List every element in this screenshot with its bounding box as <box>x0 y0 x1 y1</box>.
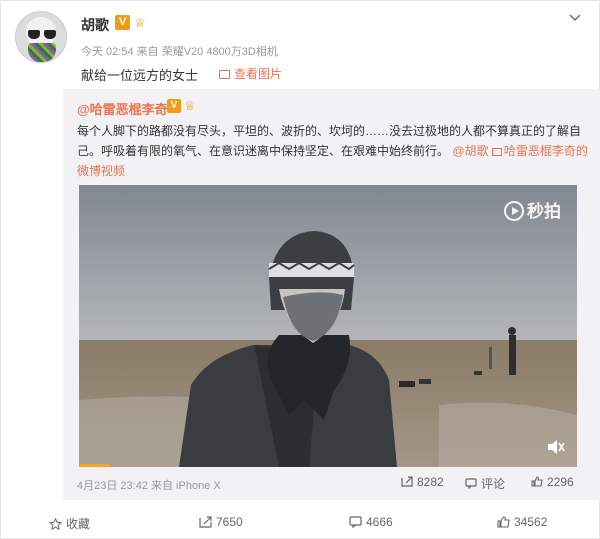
repost-verified-badge: V <box>167 99 181 113</box>
video-link-icon <box>491 148 502 156</box>
repost-author-link[interactable]: @哈雷恶棍李奇 <box>77 99 168 118</box>
post-meta: 今天 02:54 来自 荣耀V20 4800万3D相机 <box>81 46 278 58</box>
favorite-button[interactable]: 收藏 <box>48 515 91 532</box>
repost-likes-button[interactable]: 2296 <box>531 475 574 489</box>
comment-icon <box>465 478 477 489</box>
repost-likes-count: 2296 <box>547 475 574 489</box>
like-count: 34562 <box>514 515 548 529</box>
sunglasses-graphic <box>28 30 56 39</box>
like-icon <box>497 516 510 528</box>
mute-icon[interactable] <box>547 439 565 455</box>
reposted-content: @哈雷恶棍李奇 V ♕ 每个人脚下的路都没有尽头，平坦的、波折的、坎坷的……没去… <box>63 89 600 500</box>
repost-fan-badge-icon: ♕ <box>184 98 196 113</box>
author-name[interactable]: 胡歌 <box>81 15 109 35</box>
verified-badge: V <box>115 15 130 30</box>
image-icon <box>219 70 230 79</box>
repost-reposts-count: 8282 <box>417 475 444 489</box>
weibo-post: 胡歌 V ♕ 今天 02:54 来自 荣耀V20 4800万3D相机 献给一位远… <box>0 0 600 539</box>
repost-icon <box>401 476 413 487</box>
view-images-label: 查看图片 <box>234 67 283 81</box>
repost-comments-label: 评论 <box>481 477 506 491</box>
repost-count: 7650 <box>216 515 243 529</box>
like-button[interactable]: 34562 <box>497 515 547 529</box>
view-images-link[interactable]: 查看图片 <box>219 65 282 82</box>
comment-button[interactable]: 4666 <box>349 515 393 529</box>
repost-text: 每个人脚下的路都没有尽头，平坦的、波折的、坎坷的……没去过极地的人都不算真正的了… <box>77 121 589 181</box>
comment-icon <box>349 516 362 529</box>
like-icon <box>531 476 543 487</box>
watermark-label: 秒拍 <box>527 202 561 221</box>
chevron-down-icon[interactable] <box>567 9 583 25</box>
repost-reposts-button[interactable]: 8282 <box>401 475 444 489</box>
favorite-label: 收藏 <box>66 517 91 531</box>
repost-comments-button[interactable]: 评论 <box>465 475 505 492</box>
avatar[interactable] <box>15 11 67 63</box>
video-progress-bar[interactable] <box>79 464 109 467</box>
play-icon <box>504 201 524 221</box>
repost-button[interactable]: 7650 <box>199 515 243 529</box>
beard-graphic <box>28 43 56 62</box>
star-icon <box>48 517 63 531</box>
video-frame <box>79 185 577 467</box>
watermark: 秒拍 <box>504 197 561 222</box>
video-player[interactable]: 秒拍 <box>79 185 577 467</box>
repost-icon <box>199 516 212 528</box>
post-action-bar: 收藏 7650 4666 34562 <box>1 505 600 539</box>
comment-count: 4666 <box>366 515 393 529</box>
repost-meta: 4月23日 23:42 来自 iPhone X <box>77 480 221 492</box>
post-text: 献给一位远方的女士 <box>81 68 199 83</box>
mention-link[interactable]: @胡歌 <box>452 144 488 158</box>
fan-badge-icon: ♕ <box>134 15 146 30</box>
